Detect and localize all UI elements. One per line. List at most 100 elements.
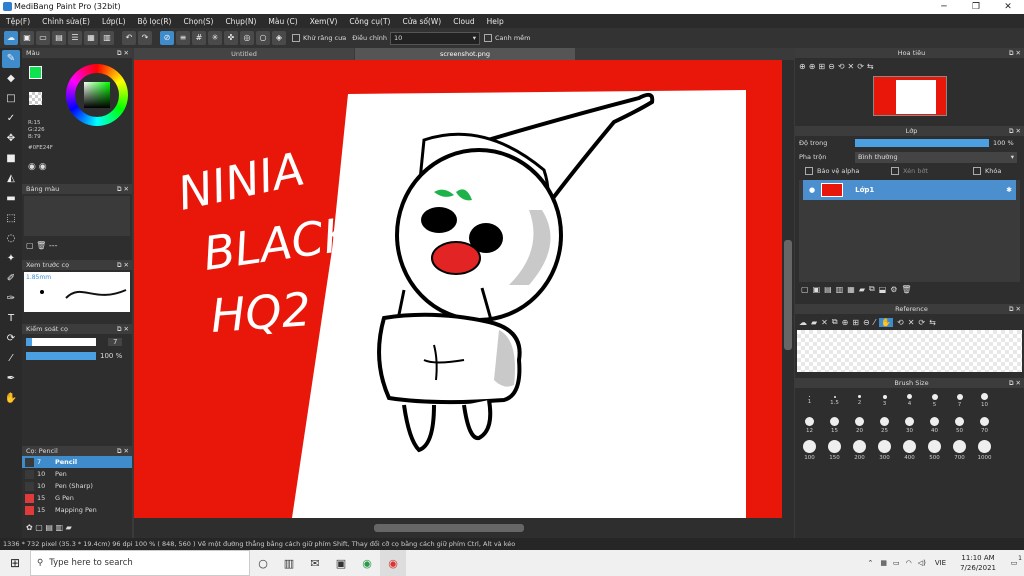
brush-menu-icon[interactable]: ▤ bbox=[45, 523, 53, 532]
protect-alpha-checkbox[interactable] bbox=[805, 167, 813, 175]
ref-rotate-right-icon[interactable]: ⟳ bbox=[918, 318, 925, 327]
brush-size-cell[interactable]: 7 bbox=[947, 388, 972, 413]
menu-layer[interactable]: Lớp(L) bbox=[96, 17, 132, 26]
zoom-in-icon[interactable]: ⊕ bbox=[799, 62, 806, 71]
new-8bit-layer-icon[interactable]: ▤ bbox=[824, 285, 832, 294]
check-tool-icon[interactable]: ✓ bbox=[2, 110, 20, 128]
page-icon[interactable]: ▤ bbox=[52, 31, 66, 45]
brush-size-cell[interactable]: 300 bbox=[872, 438, 897, 463]
reset-icon[interactable]: ✕ bbox=[848, 62, 855, 71]
brush-size-cell[interactable]: 700 bbox=[947, 438, 972, 463]
menu-window[interactable]: Cửa số(W) bbox=[396, 17, 447, 26]
brush-size-cell[interactable]: 1000 bbox=[972, 438, 997, 463]
medibang-icon[interactable]: ◉ bbox=[354, 550, 380, 576]
zoom-out-icon[interactable]: ⊖ bbox=[828, 62, 835, 71]
snap-cross-icon[interactable]: ✜ bbox=[224, 31, 238, 45]
snap-circle-icon[interactable]: ○ bbox=[256, 31, 270, 45]
select-pen-icon[interactable]: ✐ bbox=[2, 270, 20, 288]
brush-size-cell[interactable]: 100 bbox=[797, 438, 822, 463]
brush-list-item[interactable]: 15 Mapping Pen bbox=[22, 504, 132, 516]
select-tool-icon[interactable]: ⬚ bbox=[2, 210, 20, 228]
menu-help[interactable]: Help bbox=[481, 17, 510, 26]
gradient-tool-icon[interactable]: ▬ bbox=[2, 190, 20, 208]
select-eraser-icon[interactable]: ✑ bbox=[2, 290, 20, 308]
ref-fit-icon[interactable]: ⊞ bbox=[852, 318, 859, 327]
brush-size-cell[interactable]: 15 bbox=[822, 413, 847, 438]
brush-size-cell[interactable]: 50 bbox=[947, 413, 972, 438]
brush-list-item[interactable]: 10 Pen bbox=[22, 468, 132, 480]
palette-icon[interactable]: ◉ ◉ bbox=[28, 162, 47, 172]
foreground-color-swatch[interactable] bbox=[29, 66, 42, 79]
snap-radial-icon[interactable]: ✳ bbox=[208, 31, 222, 45]
close-icon[interactable]: ⧉ ✕ bbox=[117, 260, 129, 270]
ref-hand-icon[interactable]: ✋ bbox=[879, 317, 893, 327]
rotate-left-icon[interactable]: ⟲ bbox=[838, 62, 845, 71]
operation-tool-icon[interactable]: ⟳ bbox=[2, 330, 20, 348]
color-square[interactable] bbox=[84, 82, 110, 108]
snap-soft-checkbox[interactable] bbox=[484, 34, 492, 42]
eye-icon[interactable]: ● bbox=[809, 186, 815, 194]
layout-icon[interactable]: ▥ bbox=[100, 31, 114, 45]
chrome-icon[interactable]: ◉ bbox=[380, 550, 406, 576]
trash-icon[interactable]: 🗑 bbox=[36, 241, 46, 250]
undo-icon[interactable]: ↶ bbox=[122, 31, 136, 45]
pen-tool-icon[interactable]: ✒ bbox=[2, 370, 20, 388]
brush-size-cell[interactable]: 5 bbox=[922, 388, 947, 413]
clipping-checkbox[interactable] bbox=[891, 167, 899, 175]
layer-folder-icon[interactable]: ▰ bbox=[859, 285, 865, 294]
antialias-checkbox[interactable] bbox=[292, 34, 300, 42]
vertical-scrollbar[interactable] bbox=[782, 60, 794, 518]
add-brush-icon[interactable]: ✿ bbox=[26, 523, 33, 532]
volume-icon[interactable]: ◁) bbox=[918, 559, 926, 567]
brush-size-cell[interactable]: 30 bbox=[897, 413, 922, 438]
close-icon[interactable]: ⧉ ✕ bbox=[1009, 48, 1021, 58]
close-button[interactable]: ✕ bbox=[992, 0, 1024, 14]
copy-ref-icon[interactable]: ⧉ bbox=[832, 317, 838, 327]
chevron-up-icon[interactable]: ⌃ bbox=[867, 559, 873, 567]
fill-rect-tool-icon[interactable]: ■ bbox=[2, 150, 20, 168]
brush-size-cell[interactable]: 150 bbox=[822, 438, 847, 463]
ref-zoom-out-icon[interactable]: ⊖ bbox=[863, 318, 870, 327]
close-icon[interactable]: ⧉ ✕ bbox=[117, 446, 129, 456]
menu-snap[interactable]: Chụp(N) bbox=[219, 17, 262, 26]
rect-tool-icon[interactable]: □ bbox=[2, 90, 20, 108]
brush-list-item[interactable]: 15 G Pen bbox=[22, 492, 132, 504]
palette-area[interactable] bbox=[24, 196, 130, 236]
brush-size-cell[interactable]: 1.5 bbox=[822, 388, 847, 413]
brush-size-value[interactable]: 7 bbox=[108, 338, 123, 346]
close-icon[interactable]: ⧉ ✕ bbox=[1009, 126, 1021, 136]
close-icon[interactable]: ⧉ ✕ bbox=[117, 48, 129, 58]
import-icon[interactable]: ▥ bbox=[55, 523, 63, 532]
comment-icon[interactable]: ▭ bbox=[36, 31, 50, 45]
lasso-tool-icon[interactable]: ◌ bbox=[2, 230, 20, 248]
text-tool-icon[interactable]: T bbox=[2, 310, 20, 328]
magic-wand-icon[interactable]: ✦ bbox=[2, 250, 20, 268]
bucket-tool-icon[interactable]: ◭ bbox=[2, 170, 20, 188]
menu-tools[interactable]: Công cụ(T) bbox=[343, 17, 396, 26]
add-layer-menu-icon[interactable]: ▦ bbox=[847, 285, 855, 294]
cloud-open-icon[interactable]: ☁ bbox=[799, 318, 807, 327]
eyedropper-icon[interactable]: ⁄ bbox=[2, 350, 20, 368]
task-view-icon[interactable]: ▥ bbox=[276, 550, 302, 576]
fit-icon[interactable]: ⊞ bbox=[818, 62, 825, 71]
new-halftone-layer-icon[interactable]: ▣ bbox=[813, 285, 821, 294]
brush-size-cell[interactable]: 400 bbox=[897, 438, 922, 463]
network-icon[interactable]: ▦ bbox=[880, 559, 887, 567]
navigator-preview[interactable] bbox=[795, 74, 1024, 118]
menu-file[interactable]: Tệp(F) bbox=[0, 17, 36, 26]
layer-settings-icon[interactable]: ⚙ bbox=[890, 285, 897, 294]
delete-layer-icon[interactable]: 🗑 bbox=[901, 285, 911, 294]
brush-opacity-slider[interactable] bbox=[26, 352, 96, 360]
brush-size-cell[interactable]: 200 bbox=[847, 438, 872, 463]
brush-size-cell[interactable]: 40 bbox=[922, 413, 947, 438]
eraser-tool-icon[interactable]: ◆ bbox=[2, 70, 20, 88]
new-1bit-layer-icon[interactable]: ▥ bbox=[836, 285, 844, 294]
brush-size-cell[interactable]: 4 bbox=[897, 388, 922, 413]
close-icon[interactable]: ⧉ ✕ bbox=[1009, 304, 1021, 314]
folder-icon[interactable]: ▰ bbox=[66, 523, 72, 532]
brush-size-cell[interactable]: 2 bbox=[847, 388, 872, 413]
notification-icon[interactable]: ▭ 1 bbox=[1004, 555, 1024, 567]
minimize-button[interactable]: ─ bbox=[928, 0, 960, 14]
close-icon[interactable]: ⧉ ✕ bbox=[117, 324, 129, 334]
hand-tool-icon[interactable]: ✋ bbox=[2, 390, 20, 408]
